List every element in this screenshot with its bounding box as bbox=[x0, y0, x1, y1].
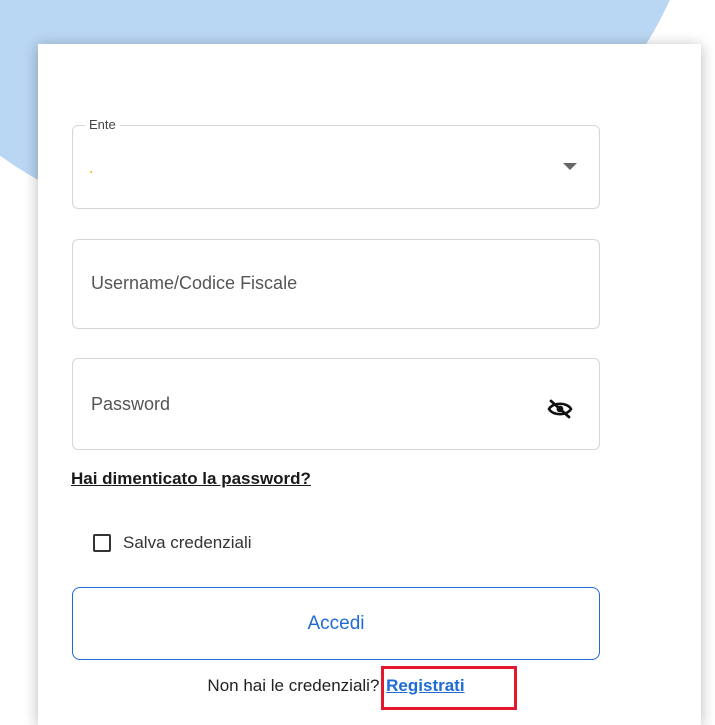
register-link[interactable]: Registrati bbox=[386, 676, 464, 695]
remember-checkbox[interactable] bbox=[93, 534, 111, 552]
remember-credentials[interactable]: Salva credenziali bbox=[93, 531, 252, 555]
login-button[interactable]: Accedi bbox=[72, 587, 600, 660]
remember-label: Salva credenziali bbox=[123, 533, 252, 552]
register-row: Non hai le credenziali? Registrati bbox=[38, 676, 634, 696]
username-placeholder: Username/Codice Fiscale bbox=[91, 273, 298, 293]
caret-down-icon[interactable] bbox=[563, 163, 577, 170]
login-card: Ente . Username/Codice Fiscale Password … bbox=[38, 44, 701, 725]
register-prompt: Non hai le credenziali? bbox=[207, 676, 380, 695]
ente-label: Ente bbox=[85, 117, 120, 132]
password-field[interactable]: Password bbox=[72, 358, 600, 450]
forgot-password-link[interactable]: Hai dimenticato la password? bbox=[71, 469, 311, 489]
ente-value: . bbox=[89, 160, 94, 177]
ente-select[interactable]: Ente . bbox=[72, 117, 600, 209]
eye-slash-icon[interactable] bbox=[547, 399, 573, 419]
username-field[interactable]: Username/Codice Fiscale bbox=[72, 239, 600, 329]
password-placeholder: Password bbox=[91, 394, 171, 414]
